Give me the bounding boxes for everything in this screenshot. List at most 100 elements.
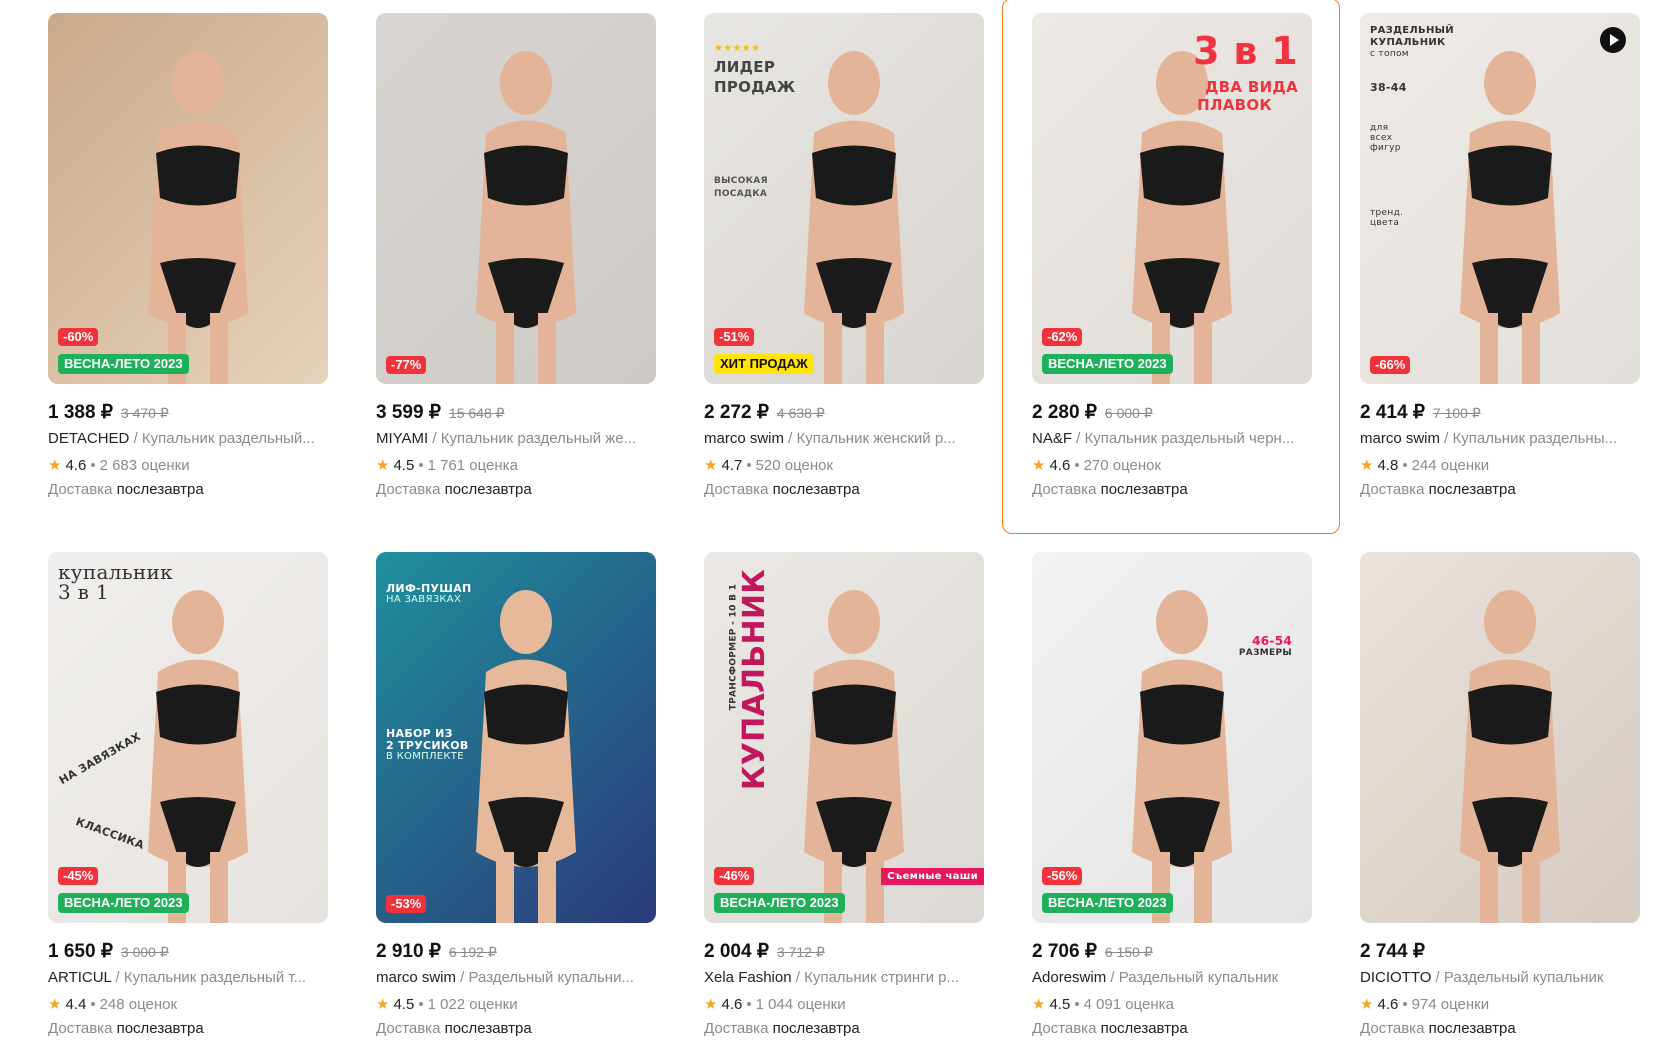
old-price: 3 000 ₽ xyxy=(120,944,169,960)
delivery-label: Доставка xyxy=(1360,481,1425,498)
price-row: 1 388 ₽ 3 470 ₽ xyxy=(48,401,328,425)
product-image[interactable]: 46-54 РАЗМЕРЫ -56% ВЕСНА-ЛЕТО 2023 xyxy=(1032,552,1312,923)
delivery-date: послезавтра xyxy=(1428,481,1516,498)
product-card[interactable]: -60% ВЕСНА-ЛЕТО 2023 1 388 ₽ 3 470 ₽ DET… xyxy=(48,13,328,498)
image-overlay-text: для xyxy=(1370,123,1389,133)
old-price: 3 712 ₽ xyxy=(776,944,825,960)
reviews-count: 974 оценки xyxy=(1411,995,1490,1013)
price: 1 650 ₽ xyxy=(48,941,113,962)
product-name: Купальник раздельны... xyxy=(1452,430,1617,447)
product-card[interactable]: РАЗДЕЛЬНЫЙ КУПАЛЬНИК с топом 38-44 для всех фи… xyxy=(1360,13,1640,498)
product-card[interactable]: КУПАЛЬНИК ТРАНСФОРМЕР - 10 В 1 Съемные чаш… xyxy=(704,552,984,1037)
product-title[interactable]: DICIOTTO / Раздельный купальник xyxy=(1360,969,1640,986)
image-overlay-text: с топом xyxy=(1370,49,1409,59)
product-card[interactable]: 2 744 ₽ DICIOTTO / Раздельный купальник … xyxy=(1360,552,1640,1037)
reviews-count: 1 044 оценки xyxy=(755,995,846,1013)
star-icon: ★ xyxy=(376,996,390,1013)
delivery-date: послезавтра xyxy=(116,481,204,498)
discount-badge: -45% xyxy=(58,867,99,885)
title-separator: / xyxy=(1431,969,1444,986)
discount-badge: -77% xyxy=(386,356,427,374)
brand-name: marco swim xyxy=(376,969,457,986)
product-card[interactable]: 3 в 1 ДВА ВИДА ПЛАВОК -62% ВЕСНА-ЛЕТО 2023… xyxy=(1002,0,1340,534)
product-photo xyxy=(476,51,576,384)
delivery-label: Доставка xyxy=(1032,481,1097,498)
reviews-count: 270 оценок xyxy=(1083,456,1162,474)
delivery-label: Доставка xyxy=(704,1020,769,1037)
price-row: 2 280 ₽ 6 000 ₽ xyxy=(1032,401,1312,425)
image-overlay-text: фигур xyxy=(1370,143,1401,153)
price-row: 2 910 ₽ 6 192 ₽ xyxy=(376,940,656,964)
discount-badge: -51% xyxy=(714,328,755,346)
delivery-info: Доставка послезавтра xyxy=(376,481,656,498)
rating-separator: • xyxy=(1402,456,1408,474)
product-image[interactable]: -77% xyxy=(376,13,656,384)
rating-separator: • xyxy=(90,995,96,1013)
product-title[interactable]: ARTICUL / Купальник раздельный т... xyxy=(48,969,328,986)
product-title[interactable]: Xela Fashion / Купальник стринги р... xyxy=(704,969,984,986)
rating-separator: • xyxy=(418,456,424,474)
old-price: 3 470 ₽ xyxy=(120,405,169,421)
image-overlay-text: ПЛАВОК xyxy=(1197,96,1272,114)
product-photo xyxy=(1460,51,1560,384)
play-video-icon[interactable] xyxy=(1600,27,1626,53)
product-title[interactable]: marco swim / Купальник раздельны... xyxy=(1360,430,1640,447)
rating-value: 4.5 xyxy=(393,995,415,1013)
brand-name: ARTICUL xyxy=(48,969,112,986)
rating-value: 4.5 xyxy=(1049,995,1071,1013)
product-card[interactable]: ЛИФ-ПУШАП НА ЗАВЯЗКАХ НАБОР ИЗ 2 ТРУСИКОВ В … xyxy=(376,552,656,1037)
price-row: 3 599 ₽ 15 648 ₽ xyxy=(376,401,656,425)
rating-value: 4.6 xyxy=(1049,456,1071,474)
star-icon: ★ xyxy=(376,457,390,474)
product-image[interactable]: ЛИФ-ПУШАП НА ЗАВЯЗКАХ НАБОР ИЗ 2 ТРУСИКОВ В … xyxy=(376,552,656,923)
delivery-date: послезавтра xyxy=(116,1020,204,1037)
product-grid: -60% ВЕСНА-ЛЕТО 2023 1 388 ₽ 3 470 ₽ DET… xyxy=(48,0,1640,1037)
delivery-date: послезавтра xyxy=(1100,1020,1188,1037)
reviews-count: 1 022 оценки xyxy=(427,995,518,1013)
star-icon: ★ xyxy=(1360,996,1374,1013)
product-card[interactable]: купальник 3 в 1 НА ЗАВЯЗКАХ КЛАССИКА -45% В… xyxy=(48,552,328,1037)
promo-label-badge: ВЕСНА-ЛЕТО 2023 xyxy=(714,893,845,913)
promo-label-badge: ВЕСНА-ЛЕТО 2023 xyxy=(58,354,189,374)
product-card[interactable]: 46-54 РАЗМЕРЫ -56% ВЕСНА-ЛЕТО 2023 2 706 … xyxy=(1032,552,1312,1037)
product-title[interactable]: marco swim / Раздельный купальни... xyxy=(376,969,656,986)
product-image[interactable]: -60% ВЕСНА-ЛЕТО 2023 xyxy=(48,13,328,384)
product-photo xyxy=(1460,590,1560,923)
star-icon: ★ xyxy=(704,457,718,474)
product-name: Раздельный купальни... xyxy=(468,969,634,986)
brand-name: Xela Fashion xyxy=(704,969,792,986)
reviews-count: 1 761 оценка xyxy=(427,456,518,474)
product-image[interactable]: купальник 3 в 1 НА ЗАВЯЗКАХ КЛАССИКА -45% В… xyxy=(48,552,328,923)
product-title[interactable]: MIYAMI / Купальник раздельный же... xyxy=(376,430,656,447)
delivery-info: Доставка послезавтра xyxy=(1032,481,1312,498)
promo-label-badge: ВЕСНА-ЛЕТО 2023 xyxy=(58,893,189,913)
rating-separator: • xyxy=(418,995,424,1013)
price: 2 414 ₽ xyxy=(1360,402,1425,423)
product-image[interactable]: 3 в 1 ДВА ВИДА ПЛАВОК -62% ВЕСНА-ЛЕТО 2023 xyxy=(1032,13,1312,384)
delivery-date: послезавтра xyxy=(444,1020,532,1037)
rating-separator: • xyxy=(746,456,752,474)
rating-row: ★ 4.5 • 4 091 оценка xyxy=(1032,995,1312,1014)
title-separator: / xyxy=(456,969,469,986)
reviews-count: 244 оценки xyxy=(1411,456,1490,474)
reviews-count: 2 683 оценки xyxy=(99,456,190,474)
product-title[interactable]: NA&F / Купальник раздельный черн... xyxy=(1032,430,1312,447)
star-icon: ★ xyxy=(1360,457,1374,474)
product-card[interactable]: ★★★★★ ЛИДЕР ПРОДАЖ ВЫСОКАЯ ПОСАДКА -51% ХИТ … xyxy=(704,13,984,498)
rating-separator: • xyxy=(1402,995,1408,1013)
product-image[interactable]: КУПАЛЬНИК ТРАНСФОРМЕР - 10 В 1 Съемные чаш… xyxy=(704,552,984,923)
rating-separator: • xyxy=(1074,995,1080,1013)
image-overlay-text: 38-44 xyxy=(1370,81,1407,94)
rating-value: 4.4 xyxy=(65,995,87,1013)
product-title[interactable]: DETACHED / Купальник раздельный... xyxy=(48,430,328,447)
price-row: 2 706 ₽ 6 150 ₽ xyxy=(1032,940,1312,964)
product-image[interactable]: РАЗДЕЛЬНЫЙ КУПАЛЬНИК с топом 38-44 для всех фи… xyxy=(1360,13,1640,384)
product-image[interactable] xyxy=(1360,552,1640,923)
product-title[interactable]: Adoreswim / Раздельный купальник xyxy=(1032,969,1312,986)
product-image[interactable]: ★★★★★ ЛИДЕР ПРОДАЖ ВЫСОКАЯ ПОСАДКА -51% ХИТ … xyxy=(704,13,984,384)
promo-label-badge: ВЕСНА-ЛЕТО 2023 xyxy=(1042,354,1173,374)
product-title[interactable]: marco swim / Купальник женский р... xyxy=(704,430,984,447)
brand-name: marco swim xyxy=(1360,430,1441,447)
product-card[interactable]: -77% 3 599 ₽ 15 648 ₽ MIYAMI / Купальник… xyxy=(376,13,656,498)
brand-name: Adoreswim xyxy=(1032,969,1107,986)
